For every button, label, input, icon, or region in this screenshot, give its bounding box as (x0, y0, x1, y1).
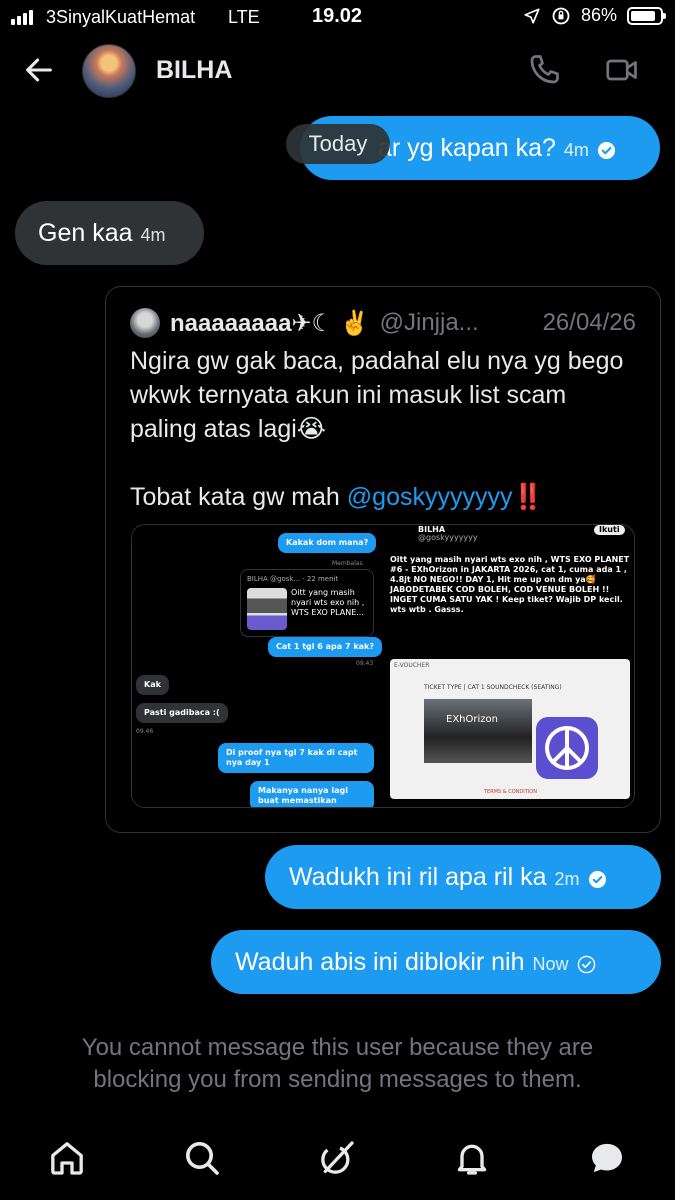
media-left-screenshot: Kakak dom mana? Membalas BILHA @gosk... … (132, 525, 382, 807)
carrier-name: 3SinyalKuatHemat (46, 7, 196, 27)
message-bubble-outgoing[interactable]: Waduh abis ini diblokir nih Now (211, 930, 661, 994)
read-check-icon (597, 141, 615, 159)
status-bar: 3SinyalKuatHemat LTE 19.02 86% (0, 0, 675, 36)
mini-quote-card: BILHA @gosk... · 22 menit Oitt yang masi… (240, 569, 374, 637)
mini-follow-button: Ikuti (594, 525, 625, 535)
mini-reply-label: Membalas (332, 560, 363, 567)
notifications-bell-icon[interactable] (452, 1138, 492, 1178)
status-icons: 86% (523, 5, 666, 26)
post-text-line1: Ngira gw gak baca, padahal elu nya yg be… (130, 347, 631, 443)
mini-quote-text: Oitt yang masih nyari wts exo nih , WTS … (291, 588, 365, 617)
post-text-emoji: ‼️ (512, 483, 544, 511)
mini-msg-2: Cat 1 tgl 6 apa 7 kak? (268, 637, 382, 657)
contact-name[interactable]: BILHA (156, 56, 232, 85)
mini-ticket-type: TICKET TYPE | CAT 1 SOUNDCHECK (SEATING) (424, 684, 562, 691)
post-author-handle: @Jinjja... (379, 309, 479, 336)
battery-level (631, 10, 656, 21)
sent-check-icon (577, 955, 595, 973)
media-right-screenshot: BILHA @goskyyyyyyy Ikuti Oitt yang masih… (384, 525, 634, 807)
message-bubble-outgoing[interactable]: Wadukh ini ril apa ril ka 2m (265, 845, 661, 909)
peace-sign-icon (536, 717, 598, 779)
clock: 19.02 (312, 5, 363, 27)
mini-quote-thumb (247, 588, 287, 630)
grok-icon[interactable] (317, 1138, 357, 1178)
mini-event-banner: EXhOrizon (424, 699, 532, 763)
shared-post-card[interactable]: naaaaaaaa✈☾ ✌️ @Jinjja... 26/04/26 Ngira… (105, 286, 661, 833)
post-mention-link[interactable]: @goskyyyyyyy (347, 483, 513, 511)
video-call-icon[interactable] (604, 52, 640, 88)
mini-voucher: E-VOUCHER TICKET TYPE | CAT 1 SOUNDCHECK… (390, 659, 630, 799)
post-media[interactable]: Kakak dom mana? Membalas BILHA @gosk... … (131, 524, 635, 808)
home-icon[interactable] (47, 1138, 87, 1178)
message-meta: Now (533, 949, 596, 979)
signal-icon (11, 9, 33, 25)
mini-msg-3: Kak (136, 675, 169, 695)
message-time: 4m (140, 225, 166, 245)
post-author-name: naaaaaaaa✈☾ ✌️ (170, 309, 370, 337)
mini-msg-5: Di proof nya tgl 7 kak di capt nya day 1 (218, 743, 374, 773)
post-author-avatar (130, 308, 160, 338)
mini-terms: TERMS & CONDITION (484, 789, 537, 795)
mini-time-1: 09.43 (356, 660, 374, 667)
mini-msg-4: Pasti gadibaca :( (136, 703, 228, 723)
phone-icon[interactable] (526, 52, 562, 88)
message-bubble-incoming[interactable]: Gen kaa 4m (15, 201, 204, 265)
date-divider: Today (286, 124, 390, 164)
message-meta: 4m (564, 135, 616, 165)
orientation-lock-icon (552, 7, 570, 24)
battery-icon (627, 6, 666, 25)
message-time: 4m (563, 140, 589, 160)
mini-post-text: Oitt yang masih nyari wts exo nih , WTS … (390, 555, 630, 614)
mini-time-2: 09.46 (136, 728, 154, 735)
search-icon[interactable] (182, 1138, 222, 1178)
post-header: naaaaaaaa✈☾ ✌️ @Jinjja... 26/04/26 (130, 307, 636, 339)
mini-msg-1: Kakak dom mana? (278, 533, 377, 553)
post-text-line2: Tobat kata gw mah (130, 483, 347, 511)
conversation-header: BILHA (0, 36, 675, 106)
message-text: Wadukh ini ril apa ril ka (289, 863, 547, 891)
mini-post-handle: @goskyyyyyyy (418, 533, 478, 542)
mini-quote-name: BILHA @gosk... · 22 menit (247, 575, 339, 583)
mini-event-title: EXhOrizon (446, 714, 498, 725)
mini-msg-6: Makanya nanya lagi buat memastikan (250, 781, 374, 807)
battery-percent: 86% (580, 5, 617, 25)
post-date: 26/04/26 (542, 309, 636, 336)
network-type: LTE (228, 7, 260, 27)
message-meta: 4m (141, 220, 166, 250)
bottom-navigation (0, 1126, 675, 1200)
message-time: 2m (554, 869, 580, 889)
message-time: Now (532, 954, 569, 974)
blocked-notice: You cannot message this user because the… (81, 1034, 594, 1093)
message-meta: 2m (555, 864, 607, 894)
back-arrow-icon[interactable] (22, 53, 56, 87)
message-text: Gen kaa (38, 219, 133, 247)
message-text: Waduh abis ini diblokir nih (235, 948, 525, 976)
contact-avatar[interactable] (82, 44, 136, 98)
read-check-icon (588, 870, 606, 888)
post-text: Ngira gw gak baca, padahal elu nya yg be… (130, 344, 638, 514)
mini-voucher-label: E-VOUCHER (394, 662, 430, 669)
message-text: ar yg kapan ka? (378, 134, 556, 162)
location-icon (524, 7, 540, 24)
messages-icon[interactable] (587, 1138, 627, 1178)
